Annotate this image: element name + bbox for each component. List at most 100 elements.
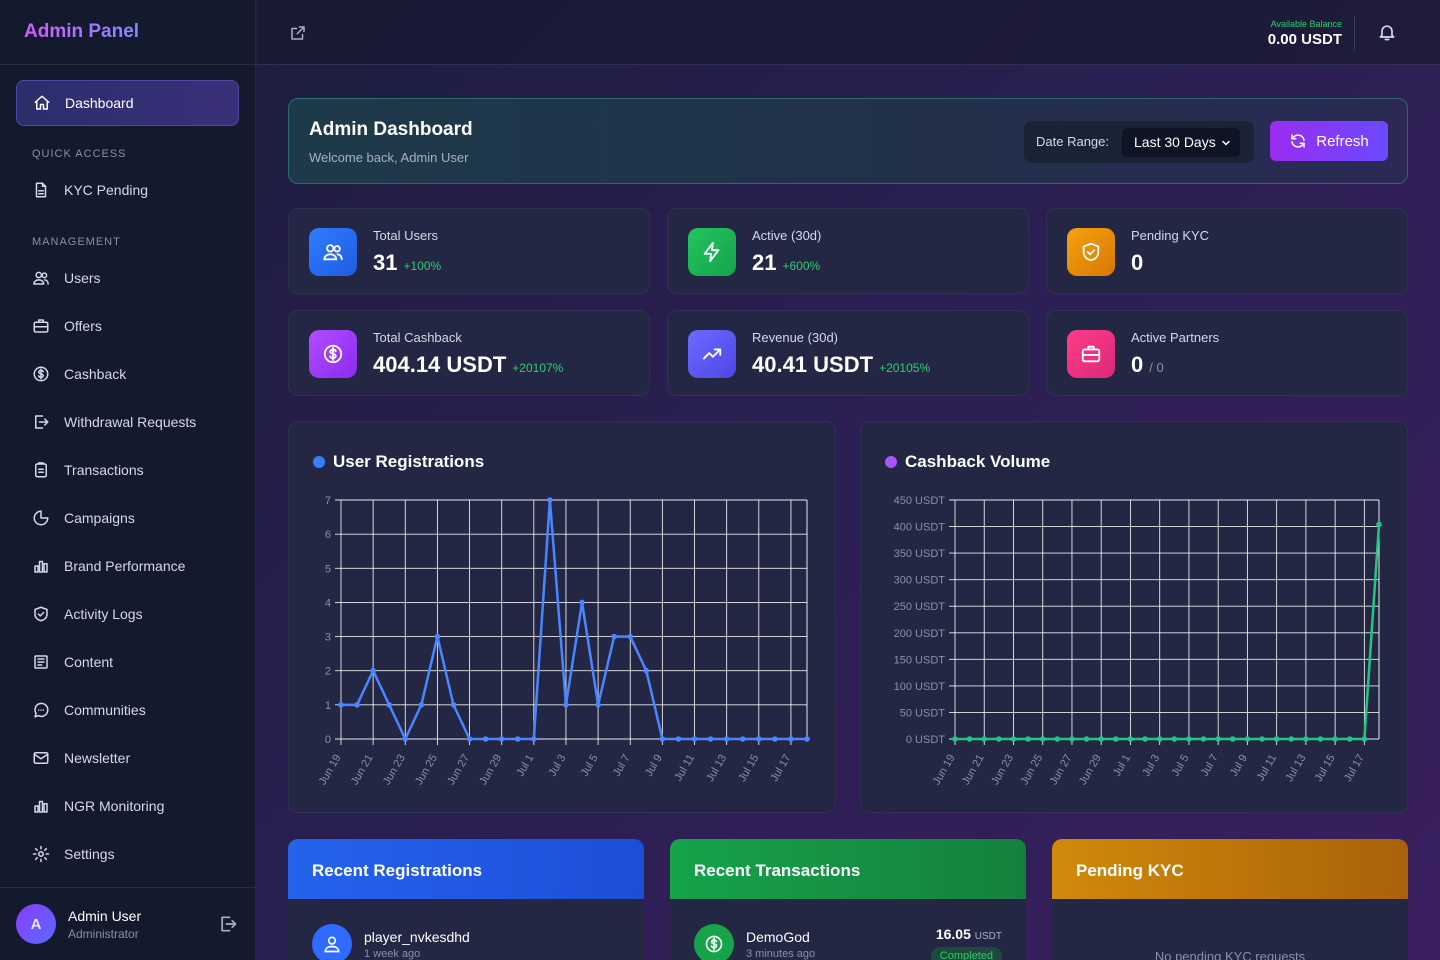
sidebar-item-label: KYC Pending	[64, 182, 149, 198]
refresh-button[interactable]: Refresh	[1270, 121, 1388, 161]
y-tick-label: 350 USDT	[894, 548, 946, 560]
cashback-volume-plot: 0 USDT 50 USDT 100 USDT 150 USDT 200 USDT 250…	[894, 495, 1382, 788]
data-point	[1273, 736, 1280, 742]
x-tick-label: Jun 29	[1077, 753, 1104, 788]
stat-number: 0	[1131, 250, 1144, 275]
data-point	[1127, 736, 1134, 742]
sidebar-item-label: Activity Logs	[64, 606, 143, 622]
stat-label: Total Users	[373, 228, 439, 243]
sidebar-item-users[interactable]: Users	[16, 254, 239, 302]
logout-icon[interactable]	[218, 914, 238, 934]
balance-value: 0.00 USDT	[1267, 31, 1342, 48]
card-header: Pending KYC	[1052, 839, 1408, 899]
data-point	[514, 736, 521, 742]
stat-label: Pending KYC	[1131, 228, 1210, 243]
card-header: Recent Registrations	[288, 839, 644, 899]
stat-value: 0	[1131, 250, 1143, 276]
dollar-circle-icon	[694, 924, 734, 960]
data-point	[1361, 736, 1368, 742]
list-item[interactable]: player_nvkesdhd 1 week ago	[288, 899, 644, 960]
brand: Admin Panel	[0, 0, 255, 65]
empty-state: No pending KYC requests	[1154, 949, 1306, 960]
dollar-circle-icon	[32, 365, 50, 383]
external-link-icon[interactable]	[289, 24, 307, 42]
stat-number: 21	[752, 250, 777, 275]
stat-delta: +100%	[403, 259, 442, 273]
sidebar-item-label: Brand Performance	[64, 558, 186, 574]
sidebar-item-transactions[interactable]: Transactions	[16, 446, 239, 494]
stat-card-revenue: Revenue (30d) 40.41 USDT +20105%	[667, 310, 1029, 396]
sidebar-item-offers[interactable]: Offers	[16, 302, 239, 350]
sidebar-item-label: Newsletter	[64, 750, 131, 766]
sidebar-item-communities[interactable]: Communities	[16, 686, 239, 734]
bell-icon[interactable]	[1377, 22, 1397, 42]
sidebar-item-settings[interactable]: Settings	[16, 830, 239, 878]
withdraw-icon	[32, 413, 50, 431]
dollar-circle-icon	[309, 330, 357, 378]
user-name: Admin User	[68, 907, 142, 924]
data-point	[1288, 736, 1295, 742]
x-tick-label: Jun 23	[989, 753, 1016, 788]
data-point	[1156, 736, 1163, 742]
sidebar-item-content[interactable]: Content	[16, 638, 239, 686]
x-tick-label: Jun 21	[349, 753, 376, 788]
chart-card-cashback-volume: Cashback Volume 0 USDT 50 USDT 100 USDT 150…	[860, 421, 1408, 813]
x-tick-label: Jul 15	[1313, 753, 1338, 784]
x-tick-label: Jul 17	[768, 753, 793, 784]
x-tick-label: Jul 3	[547, 753, 569, 779]
y-tick-label: 6	[325, 529, 331, 541]
y-tick-label: 5	[325, 563, 331, 575]
divider	[1354, 16, 1355, 50]
sidebar-item-label: Offers	[64, 318, 102, 334]
stat-delta: +20107%	[512, 361, 564, 375]
x-tick-label: Jul 5	[579, 753, 601, 779]
refresh-icon	[1291, 134, 1305, 148]
list-item[interactable]: DemoGod 3 minutes ago 16.05 USDT Complet…	[670, 899, 1026, 960]
sidebar-item-ngr-monitoring[interactable]: NGR Monitoring	[16, 782, 239, 830]
data-point	[1113, 736, 1119, 742]
sidebar-item-cashback[interactable]: Cashback	[16, 350, 239, 398]
sidebar-item-newsletter[interactable]: Newsletter	[16, 734, 239, 782]
sidebar-item-label: Content	[64, 654, 114, 670]
y-tick-label: 400 USDT	[894, 522, 946, 534]
sidebar-item-dashboard[interactable]: Dashboard	[16, 80, 239, 126]
y-tick-label: 1	[325, 700, 331, 712]
data-point	[418, 702, 425, 708]
stat-delta: +20105%	[879, 361, 931, 375]
bar-chart-icon	[32, 797, 50, 815]
data-point	[386, 702, 393, 708]
sidebar-item-kyc-pending[interactable]: KYC Pending	[16, 166, 239, 214]
user-meta: Admin User Administrator	[68, 908, 141, 941]
data-point	[1303, 736, 1309, 742]
date-range-select[interactable]: Last 30 Days	[1122, 128, 1240, 157]
sidebar-item-label: Campaigns	[64, 510, 135, 526]
x-tick-label: Jul 11	[672, 753, 697, 784]
sidebar-item-brand-performance[interactable]: Brand Performance	[16, 542, 239, 590]
sidebar-item-label: Users	[64, 270, 101, 286]
sidebar-item-withdrawal-requests[interactable]: Withdrawal Requests	[16, 398, 239, 446]
sidebar-item-campaigns[interactable]: Campaigns	[16, 494, 239, 542]
x-tick-label: Jun 19	[317, 753, 344, 788]
data-point	[354, 702, 360, 708]
stat-card-active: Active (30d) 21 +600%	[667, 208, 1029, 294]
x-tick-label: Jul 7	[611, 753, 633, 779]
sidebar-item-label: Communities	[64, 702, 146, 718]
pie-chart-icon	[32, 509, 50, 527]
bar-chart-icon	[32, 557, 50, 575]
data-point	[1010, 736, 1017, 742]
sidebar: Admin Panel Dashboard QUICK ACCESS KYC P…	[0, 0, 256, 960]
y-tick-label: 100 USDT	[894, 681, 946, 693]
stat-label: Total Cashback	[373, 330, 462, 345]
sidebar-item-activity-logs[interactable]: Activity Logs	[16, 590, 239, 638]
stat-card-total-users: Total Users 31 +100%	[288, 208, 650, 294]
x-tick-label: Jul 9	[643, 753, 665, 779]
sidebar-item-label: Settings	[64, 846, 115, 862]
stat-delta: +600%	[782, 259, 821, 273]
data-point	[547, 497, 553, 503]
amount-unit: USDT	[974, 931, 1002, 942]
stat-value: 40.41 USDT +20105%	[752, 352, 930, 378]
section-label-management: MANAGEMENT	[32, 236, 121, 248]
y-tick-label: 150 USDT	[894, 654, 946, 666]
x-tick-label: Jul 11	[1255, 753, 1280, 784]
stat-number: 40.41 USDT	[752, 352, 874, 377]
